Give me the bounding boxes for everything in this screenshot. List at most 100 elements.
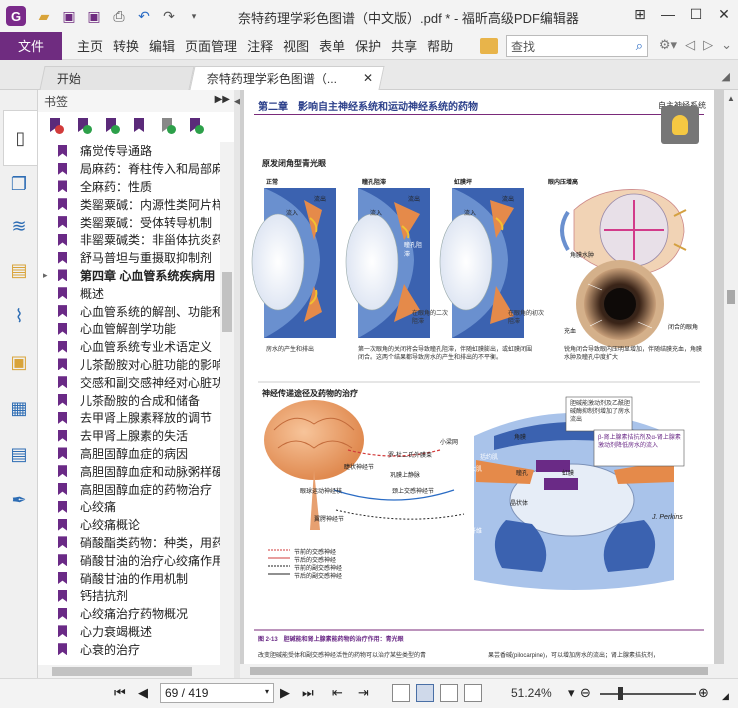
bookmark-from-structure-icon[interactable] bbox=[160, 118, 176, 134]
next-result-icon[interactable]: ▷ bbox=[703, 37, 713, 53]
bookmark-item[interactable]: 儿茶酚胺的合成和储备 bbox=[38, 391, 220, 409]
document-vertical-scrollbar[interactable]: ▲ bbox=[724, 90, 738, 678]
maximize-button[interactable]: ☐ bbox=[682, 0, 710, 28]
bookmark-item[interactable]: 全麻药：性质 bbox=[38, 178, 220, 196]
zoom-in-icon[interactable]: ⊕ bbox=[698, 685, 709, 701]
tab-protect[interactable]: 保护 bbox=[350, 36, 386, 55]
comments-panel-icon[interactable]: ▤ bbox=[7, 258, 31, 282]
bookmark-item[interactable]: 去甲肾上腺素的失活 bbox=[38, 427, 220, 445]
minimize-button[interactable]: — bbox=[654, 0, 682, 28]
content-panel-icon[interactable]: ▦ bbox=[7, 396, 31, 420]
tab-form[interactable]: 表单 bbox=[314, 36, 350, 55]
move-bookmark-icon[interactable] bbox=[132, 118, 148, 134]
undo-icon[interactable]: ↶ bbox=[134, 6, 154, 26]
security-lock-icon[interactable]: ▣ bbox=[7, 350, 31, 374]
zoom-out-icon[interactable]: ⊖ bbox=[580, 685, 591, 701]
bookmark-item[interactable]: 痛觉传导通路 bbox=[38, 142, 220, 160]
zoom-slider-thumb[interactable] bbox=[618, 687, 623, 700]
save-icon[interactable]: ▣ bbox=[59, 6, 79, 26]
tab-home[interactable]: 主页 bbox=[72, 36, 108, 55]
tab-comment[interactable]: 注释 bbox=[242, 36, 278, 55]
document-view[interactable]: 第二章 影响自主神经系统和运动神经系统的药物 自主神经系统 原发闭角型青光眼 正… bbox=[240, 90, 724, 678]
tab-share[interactable]: 共享 bbox=[386, 36, 422, 55]
bookmark-panel-icon[interactable]: ▯ bbox=[3, 110, 37, 166]
bookmark-item[interactable]: 非罂粟碱类：非甾体抗炎药 bbox=[38, 231, 220, 249]
bookmark-item[interactable]: 心血管系统的解剖、功能和 bbox=[38, 302, 220, 320]
bookmark-item[interactable]: 心绞痛治疗药物概况 bbox=[38, 605, 220, 623]
scroll-up-icon[interactable]: ▲ bbox=[727, 94, 735, 103]
next-view-icon[interactable]: ⇥ bbox=[358, 685, 369, 701]
bookmark-item[interactable]: 类罂粟碱：内源性类阿片样 bbox=[38, 195, 220, 213]
scroll-thumb[interactable] bbox=[727, 290, 735, 304]
continuous-view-button[interactable] bbox=[416, 684, 434, 702]
tab-list-icon[interactable]: ◢ bbox=[722, 70, 730, 83]
bookmark-item[interactable]: 心血管解剖学功能 bbox=[38, 320, 220, 338]
bookmark-item[interactable]: 心力衰竭概述 bbox=[38, 623, 220, 641]
redo-icon[interactable]: ↷ bbox=[159, 6, 179, 26]
file-menu-button[interactable]: 文件 bbox=[0, 31, 62, 60]
zoom-dropdown-icon[interactable]: ▾ bbox=[568, 685, 575, 701]
add-bookmark-icon[interactable] bbox=[76, 118, 92, 134]
tab-convert[interactable]: 转换 bbox=[108, 36, 144, 55]
bookmark-item[interactable]: 硝酸酯类药物：种类，用药 bbox=[38, 534, 220, 552]
search-input[interactable]: 查找 ⌕ bbox=[506, 35, 648, 57]
bookmark-item[interactable]: 高胆固醇血症的病因 bbox=[38, 445, 220, 463]
settings-gear-icon[interactable]: ⚙▾ bbox=[659, 37, 677, 53]
ribbon-collapse-icon[interactable]: ⌄ bbox=[721, 37, 732, 53]
document-horizontal-scrollbar[interactable] bbox=[240, 664, 724, 678]
panel-collapse-icon[interactable]: ▶▶ bbox=[215, 94, 230, 105]
single-page-view-button[interactable] bbox=[392, 684, 410, 702]
bookmark-horizontal-scrollbar[interactable] bbox=[38, 665, 234, 678]
bookmark-item[interactable]: 高胆固醇血症和动脉粥样硬 bbox=[38, 462, 220, 480]
print-icon[interactable]: ⎙ bbox=[109, 6, 129, 26]
bookmark-item[interactable]: 局麻药：脊柱传入和局部麻 bbox=[38, 160, 220, 178]
tab-current-document[interactable]: 奈特药理学彩色图谱（... ✕ bbox=[189, 66, 385, 90]
tab-view[interactable]: 视图 bbox=[278, 36, 314, 55]
search-icon[interactable]: ⌕ bbox=[636, 38, 643, 54]
facing-view-button[interactable] bbox=[440, 684, 458, 702]
bookmark-item[interactable]: 舒马普坦与重摄取抑制剂 bbox=[38, 249, 220, 267]
pages-panel-icon[interactable]: ❐ bbox=[7, 172, 31, 196]
tab-help[interactable]: 帮助 bbox=[422, 36, 458, 55]
next-page-icon[interactable]: ▶ bbox=[280, 685, 290, 701]
bookmark-item[interactable]: 概述 bbox=[38, 284, 220, 302]
add-child-bookmark-icon[interactable] bbox=[104, 118, 120, 134]
customize-qa-icon[interactable]: ▾ bbox=[184, 6, 204, 26]
bookmark-item[interactable]: 硝酸甘油的作用机制 bbox=[38, 569, 220, 587]
close-button[interactable]: ✕ bbox=[710, 0, 738, 28]
page-dropdown-icon[interactable]: ▾ bbox=[265, 687, 269, 696]
hint-bulb-button[interactable] bbox=[661, 106, 699, 144]
bookmark-item[interactable]: 心衰的治疗 bbox=[38, 640, 220, 658]
bookmark-item[interactable]: 类罂粟碱：受体转导机制 bbox=[38, 213, 220, 231]
restore-layout-icon[interactable]: ⊞ bbox=[626, 0, 654, 28]
bookmark-item[interactable]: 心血管系统专业术语定义 bbox=[38, 338, 220, 356]
tab-organize[interactable]: 页面管理 bbox=[180, 36, 242, 55]
attachments-panel-icon[interactable]: ⌇ bbox=[7, 304, 31, 328]
previous-view-icon[interactable]: ⇤ bbox=[332, 685, 343, 701]
fields-panel-icon[interactable]: ▤ bbox=[7, 442, 31, 466]
close-tab-icon[interactable]: ✕ bbox=[363, 71, 373, 85]
first-page-icon[interactable]: ⏮ bbox=[114, 685, 126, 701]
last-page-icon[interactable]: ⏭ bbox=[302, 685, 314, 701]
resize-grip-icon[interactable]: ◢ bbox=[722, 691, 729, 702]
signature-panel-icon[interactable]: ✒ bbox=[7, 488, 31, 512]
page-number-input[interactable]: 69 / 419 ▾ bbox=[160, 683, 274, 703]
bookmark-item[interactable]: 心绞痛 bbox=[38, 498, 220, 516]
search-folder-icon[interactable] bbox=[480, 38, 498, 54]
zoom-slider-track[interactable] bbox=[600, 693, 696, 695]
open-folder-icon[interactable]: ▰ bbox=[34, 6, 54, 26]
bookmark-expand-icon[interactable]: ▸ bbox=[43, 270, 48, 281]
bookmark-item[interactable]: 儿茶酚胺对心脏功能的影响 bbox=[38, 356, 220, 374]
prev-page-icon[interactable]: ◀ bbox=[138, 685, 148, 701]
tab-start[interactable]: 开始 bbox=[39, 66, 195, 90]
delete-bookmark-icon[interactable] bbox=[48, 118, 64, 134]
bookmark-item[interactable]: 钙拮抗剂 bbox=[38, 587, 220, 605]
prev-result-icon[interactable]: ◁ bbox=[685, 37, 695, 53]
layers-panel-icon[interactable]: ≋ bbox=[7, 214, 31, 238]
bookmark-item[interactable]: 心绞痛概论 bbox=[38, 516, 220, 534]
bookmark-item[interactable]: ▸ 第四章 心血管系统疾病用 bbox=[38, 267, 220, 285]
bookmark-item[interactable]: 去甲肾上腺素释放的调节 bbox=[38, 409, 220, 427]
continuous-facing-view-button[interactable] bbox=[464, 684, 482, 702]
save-as-icon[interactable]: ▣ bbox=[84, 6, 104, 26]
bookmark-item[interactable]: 硝酸甘油的治疗心绞痛作用 bbox=[38, 551, 220, 569]
